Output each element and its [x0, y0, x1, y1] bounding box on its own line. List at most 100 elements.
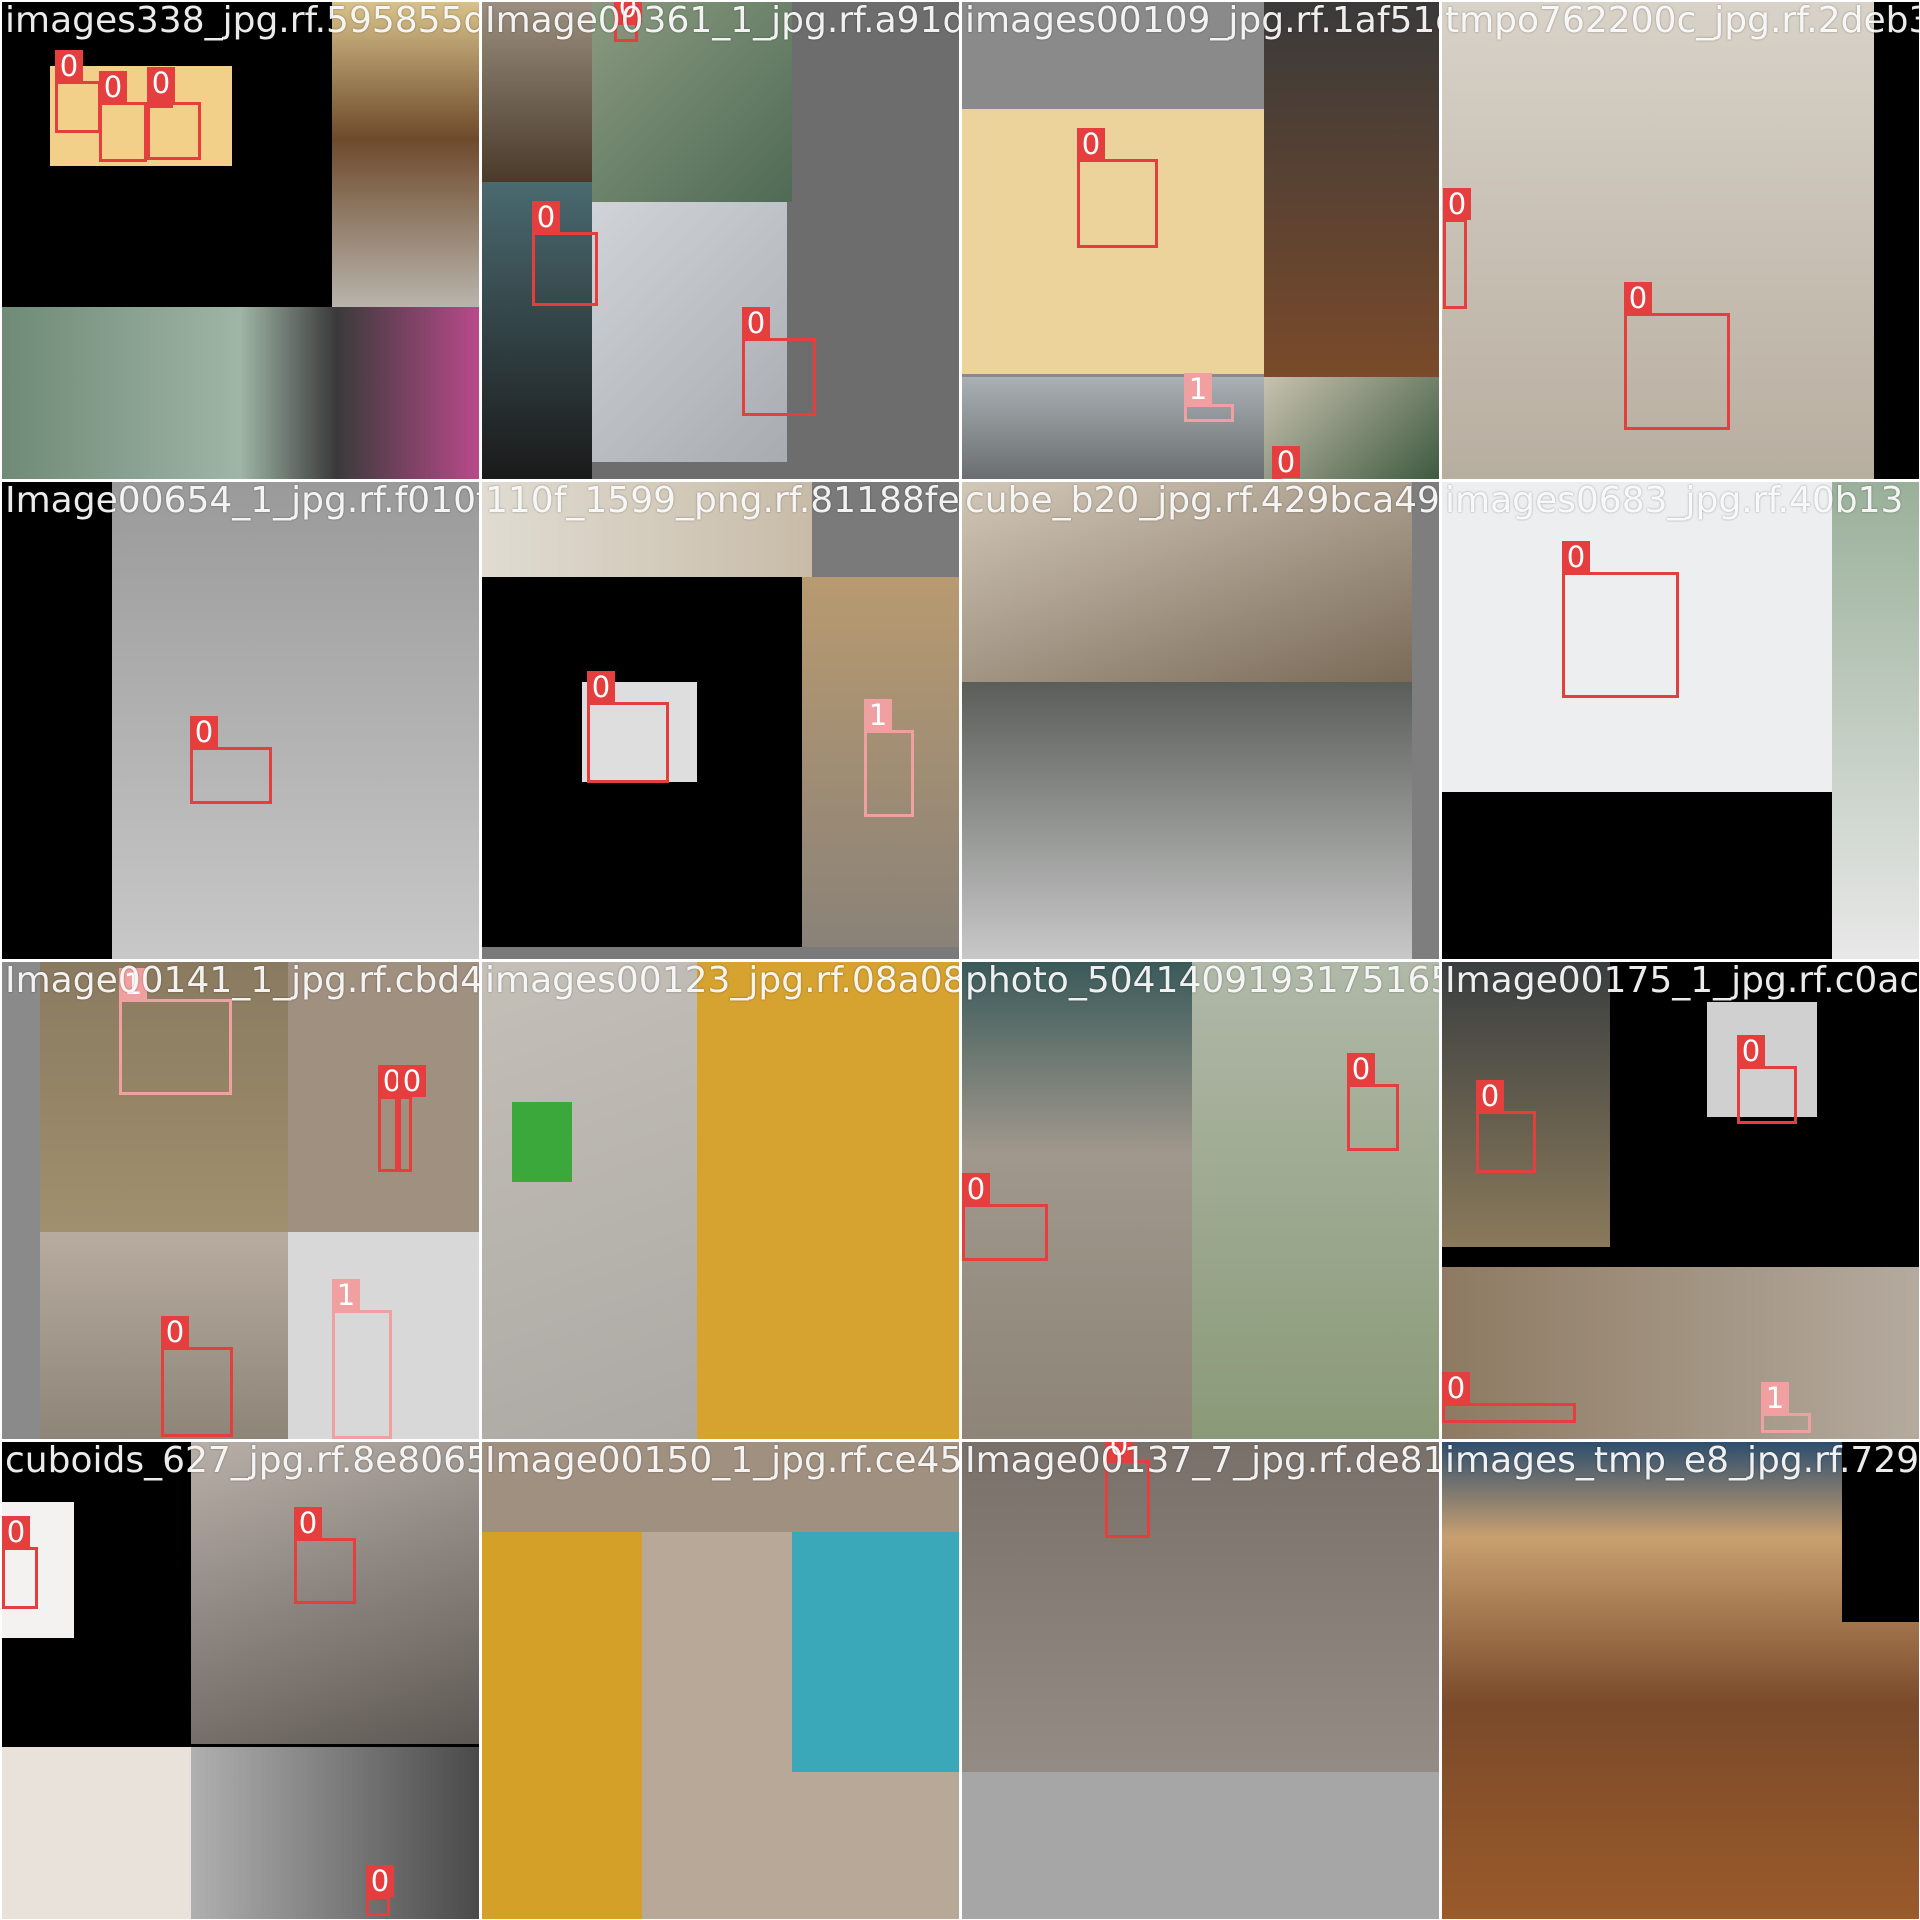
detection-box: 0 [587, 671, 669, 783]
detection-box: 1 [332, 1279, 392, 1439]
photo-region [482, 482, 812, 582]
detection-box: 1 [864, 699, 914, 817]
tile-5: 0 1 110f_1599_png.rf.81188fef5c96789c316… [482, 482, 959, 959]
detection-label: 0 [147, 67, 175, 99]
photo-region [2, 307, 479, 479]
detection-label: 0 [962, 1173, 990, 1205]
detection-box: 0 [1737, 1035, 1797, 1124]
photo-region [1264, 2, 1439, 377]
detection-box: 1 [1184, 373, 1234, 422]
photo-region [482, 2, 592, 182]
detection-label: 0 [2, 1516, 30, 1548]
photo-region [962, 1772, 1439, 1919]
detection-label: 0 [366, 1865, 394, 1897]
detection-label: 1 [332, 1279, 360, 1311]
detection-box: 0 [1347, 1053, 1399, 1151]
tile-14: 0 Image00137_7_jpg.rf.de81a7c7a8e8de36f1 [962, 1442, 1439, 1919]
photo-region [1442, 962, 1610, 1247]
detection-label: 0 [190, 716, 218, 748]
photo-region [2, 1747, 191, 1919]
photo-region [962, 482, 1412, 682]
photo-region [962, 962, 1192, 1439]
detection-box: 0 [614, 2, 642, 42]
tile-9: images00123_jpg.rf.08a08b7bb2de14e165931… [482, 962, 959, 1439]
detection-label: 0 [294, 1507, 322, 1539]
detection-label: 1 [1761, 1382, 1789, 1414]
detection-label: 1 [864, 699, 892, 731]
photo-region [792, 1532, 959, 1772]
detection-box: 0 [190, 716, 272, 804]
detection-label: 0 [1562, 541, 1590, 573]
detection-label: 0 [55, 50, 83, 82]
detection-label: 0 [1443, 188, 1471, 220]
detection-box: 0 [366, 1865, 394, 1916]
tile-6: cube_b20_jpg.rf.429bca49aecd0637652 [962, 482, 1439, 959]
detection-box: 0 [532, 201, 598, 306]
detection-box: 0 [378, 1065, 406, 1172]
detection-label: 0 [1347, 1053, 1375, 1085]
detection-box: 0 [161, 1316, 233, 1437]
photo-region [482, 1532, 642, 1919]
detection-box: 1 [1761, 1382, 1811, 1433]
detection-label: 1 [119, 968, 147, 1000]
tile-0: 0 0 0 0 images338_jpg.rf.595855db6f9683b… [2, 2, 479, 479]
detection-box: 0 [2, 1516, 38, 1609]
photo-region [1874, 2, 1919, 479]
photo-region [482, 1442, 959, 1532]
tile-15: images_tmp_e8_jpg.rf.72928 [1442, 1442, 1919, 1919]
tile-7: 0 images0683_jpg.rf.40b13 [1442, 482, 1919, 959]
photo-region [962, 377, 1264, 479]
detection-box: 0 [294, 1507, 356, 1604]
photo-region [1192, 962, 1439, 1439]
tile-1: 0 0 0 Image00361_1_jpg.rf.a91df5f0a97b49… [482, 2, 959, 479]
photo-region [512, 1102, 572, 1182]
detection-box: 0 [1476, 1080, 1536, 1173]
photo-region [1842, 1442, 1919, 1622]
detection-label: 0 [161, 1316, 189, 1348]
detection-label: 0 [1624, 282, 1652, 314]
detection-box: 0 [1624, 282, 1730, 430]
detection-box: 0 [1442, 1372, 1576, 1423]
detection-box: 1 [119, 968, 232, 1095]
detection-box: 0 [742, 307, 816, 416]
detection-label: 0 [614, 2, 642, 23]
detection-label: 0 [1737, 1035, 1765, 1067]
tile-13: Image00150_1_jpg.rf.ce453ace7c3e7eb [482, 1442, 959, 1919]
detection-box: 0 [99, 71, 147, 162]
tile-8: 1 0 0 0 1 Image00141_1_jpg.rf.cbd4b83369… [2, 962, 479, 1439]
detection-label: 0 [99, 71, 127, 103]
detection-box: 0 [1105, 1442, 1150, 1538]
photo-region [332, 2, 479, 307]
detection-label: 0 [1442, 1372, 1470, 1404]
detection-box: 0 [962, 1173, 1048, 1261]
mosaic-grid: 0 0 0 0 images338_jpg.rf.595855db6f9683b… [0, 0, 1920, 1920]
photo-region [2, 482, 112, 959]
detection-label: 0 [398, 1065, 426, 1097]
detection-box: 0 [1562, 541, 1679, 698]
detection-label: 1 [1184, 373, 1212, 405]
photo-region [697, 962, 959, 1439]
tile-3: 0 0 tmpo762200c_jpg.rf.2deb3 [1442, 2, 1919, 479]
detection-label: 0 [587, 671, 615, 703]
detection-box: 0 [147, 71, 201, 160]
detection-box: 0 [1077, 128, 1158, 248]
detection-label: 0 [1272, 446, 1300, 478]
detection-label: 0 [742, 307, 770, 339]
detection-box: 0 [55, 50, 101, 133]
detection-label: 0 [532, 201, 560, 233]
detection-box: 0 [1272, 446, 1300, 479]
tile-2: 0 1 0 images00109_jpg.rf.1af51da18f77612… [962, 2, 1439, 479]
detection-label: 0 [1105, 1442, 1133, 1461]
photo-region [1832, 482, 1919, 959]
detection-box: 0 [147, 67, 175, 108]
photo-region [962, 682, 1412, 959]
photo-region [191, 1747, 479, 1919]
detection-label: 0 [1077, 128, 1105, 160]
tile-4: 0 Image00654_1_jpg.rf.f010f0b0f6774389ca… [2, 482, 479, 959]
tile-11: 0 0 0 1 Image00175_1_jpg.rf.c0ac11 [1442, 962, 1919, 1439]
tile-10: 0 0 photo_5041409193175165797_y_jpg.rf.5… [962, 962, 1439, 1439]
detection-label: 0 [1476, 1080, 1504, 1112]
tile-12: 0 0 0 cuboids_627_jpg.rf.8e8065746592560… [2, 1442, 479, 1919]
detection-box: 0 [1443, 188, 1471, 309]
detection-box: 0 [398, 1065, 426, 1172]
